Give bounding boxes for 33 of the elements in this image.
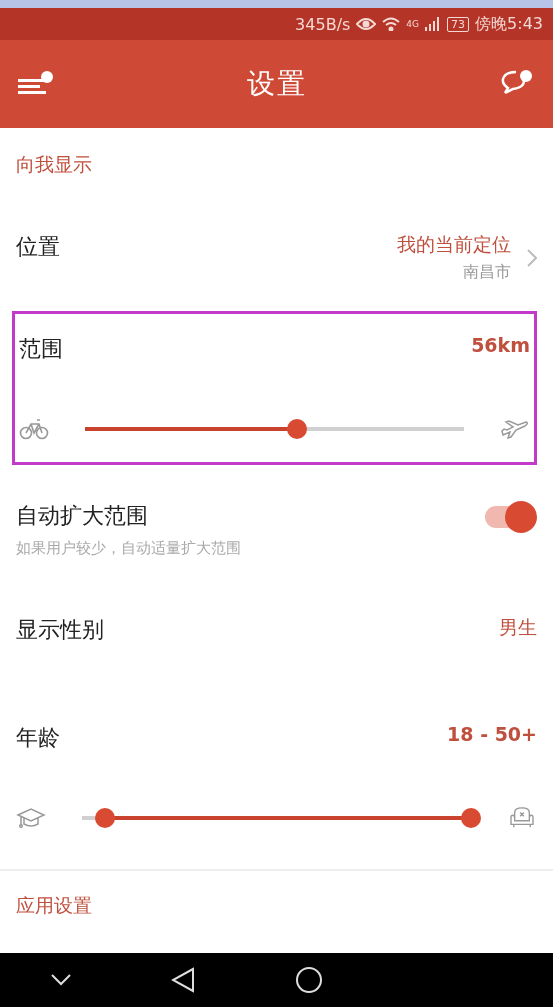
back-icon[interactable] — [171, 967, 196, 993]
setting-label: 年龄 — [16, 724, 60, 752]
airplane-icon — [500, 418, 530, 440]
setting-label: 范围 — [19, 335, 63, 363]
chevron-right-icon — [527, 248, 537, 267]
section-header: 应用设置 — [15, 893, 93, 918]
city-text: 南昌市 — [462, 262, 511, 283]
bicycle-icon — [19, 418, 49, 440]
slider-thumb[interactable] — [287, 419, 308, 439]
signal-icon — [425, 17, 442, 31]
graduation-cap-icon — [16, 807, 46, 829]
slider-thumb[interactable] — [461, 808, 481, 828]
setting-label: 位置 — [16, 233, 60, 261]
clock-time: 傍晚5:43 — [475, 13, 543, 35]
network-type: 4G — [406, 19, 420, 29]
slider-thumb[interactable] — [95, 808, 116, 828]
eye-icon — [356, 17, 377, 31]
menu-icon[interactable] — [18, 71, 54, 97]
setting-description: 如果用户较少，自动适量扩大范围 — [16, 539, 241, 558]
setting-label: 自动扩大范围 — [16, 502, 149, 530]
chevron-down-icon[interactable] — [49, 973, 72, 987]
location-value[interactable]: 我的当前定位 — [397, 232, 511, 258]
battery-level: 73 — [447, 16, 470, 32]
page-title: 设置 — [246, 66, 307, 102]
wifi-icon — [382, 17, 401, 31]
setting-value[interactable]: 男生 — [499, 615, 537, 641]
setting-value: 56km — [471, 334, 530, 356]
home-icon[interactable] — [295, 966, 324, 994]
setting-value: 18 - 50+ — [447, 723, 537, 745]
armchair-icon — [507, 807, 537, 829]
setting-label: 显示性别 — [16, 616, 104, 644]
network-speed: 345B/s — [295, 14, 351, 34]
section-header: 向我显示 — [15, 152, 93, 177]
